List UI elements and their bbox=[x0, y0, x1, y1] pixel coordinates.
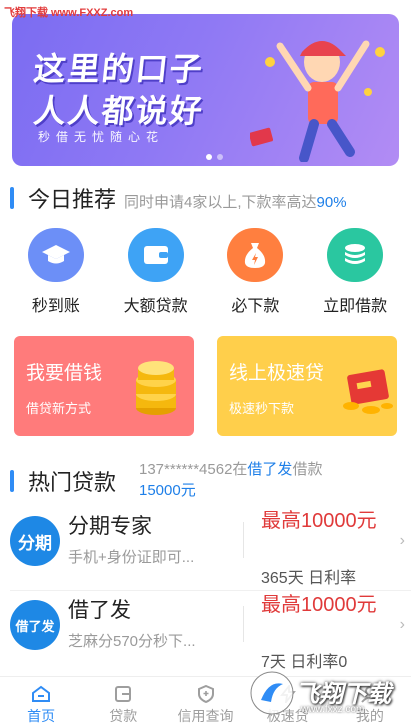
promo-card-borrow[interactable]: 我要借钱 借贷新方式 bbox=[14, 336, 194, 436]
promo-card-title: 线上极速贷 bbox=[229, 363, 325, 384]
watermark-logo: 飞翔下载 www.fxxz.com bbox=[245, 664, 411, 728]
loan-logo: 分期 bbox=[10, 516, 60, 566]
tab-home[interactable]: 首页 bbox=[0, 677, 82, 728]
banner-illustration bbox=[250, 40, 385, 162]
watermark-text: 飞翔下载 www.FXXZ.com bbox=[4, 7, 134, 19]
banner-dot[interactable] bbox=[217, 154, 223, 160]
loan-ticker: 137******4562在借了发借款 15000元 bbox=[139, 461, 323, 499]
loan-icon bbox=[115, 686, 132, 702]
today-note-highlight: 90% bbox=[316, 194, 347, 211]
tab-label: 贷款 bbox=[109, 708, 138, 724]
graduation-cap-icon bbox=[27, 228, 84, 282]
banner-headline-2: 人人都说好 bbox=[31, 93, 206, 129]
quick-action-label: 大额贷款 bbox=[123, 298, 188, 315]
quick-action-sure-loan[interactable]: 必下款 bbox=[207, 228, 303, 316]
today-note: 同时申请4家以上,下款率高达90% bbox=[124, 194, 347, 211]
tab-credit[interactable]: 信用查询 bbox=[164, 677, 246, 728]
hot-title: 热门贷款 bbox=[28, 470, 117, 495]
tab-loan[interactable]: 贷款 bbox=[82, 677, 164, 728]
loan-amount: 最高10000元 bbox=[261, 510, 377, 532]
hot-section-header: 热门贷款 bbox=[10, 465, 124, 497]
loan-amount: 最高10000元 bbox=[261, 594, 377, 616]
loan-item-fenqi[interactable]: 分期 分期专家 手机+身份证即可... 最高10000元 365天 日利率 › bbox=[0, 508, 411, 592]
promo-card-subtitle: 借贷新方式 bbox=[26, 401, 92, 416]
today-section-header: 今日推荐 同时申请4家以上,下款率高达90% bbox=[10, 182, 347, 214]
shield-icon bbox=[197, 685, 214, 703]
quick-action-large-loan[interactable]: 大额贷款 bbox=[108, 228, 204, 316]
tab-label: 信用查询 bbox=[177, 708, 234, 724]
loan-desc: 手机+身份证即可... bbox=[68, 549, 195, 566]
quick-action-fast-arrival[interactable]: 秒到账 bbox=[8, 228, 104, 316]
row-divider bbox=[10, 590, 411, 591]
quick-action-borrow-now[interactable]: 立即借款 bbox=[307, 228, 403, 316]
loan-name: 分期专家 bbox=[68, 515, 152, 538]
today-title: 今日推荐 bbox=[28, 187, 117, 212]
promo-card-subtitle: 极速秒下款 bbox=[229, 401, 295, 416]
promo-banner[interactable]: 这里的口子 人人都说好 秒借无忧随心花 bbox=[12, 14, 399, 166]
ticker-amount: 15000元 bbox=[139, 482, 196, 499]
promo-card-express[interactable]: 线上极速贷 极速秒下款 bbox=[217, 336, 397, 436]
loan-rate: 365天 日利率 bbox=[261, 570, 357, 587]
coins-icon bbox=[136, 361, 176, 415]
home-icon bbox=[32, 685, 51, 702]
banner-headline-1: 这里的口子 bbox=[31, 51, 206, 87]
loan-name: 借了发 bbox=[68, 599, 131, 622]
tab-label: 首页 bbox=[27, 708, 56, 724]
banner-dot[interactable] bbox=[206, 154, 212, 160]
ticker-product: 借了发 bbox=[247, 461, 293, 478]
loan-separator bbox=[243, 606, 244, 642]
coin-stack-icon bbox=[327, 228, 384, 282]
loan-separator bbox=[243, 522, 244, 558]
red-envelope-icon bbox=[343, 369, 393, 414]
quick-actions: 秒到账 大额贷款 必下款 立即借款 bbox=[0, 228, 411, 316]
wallet-icon bbox=[127, 228, 184, 282]
quick-action-label: 秒到账 bbox=[31, 298, 80, 315]
money-bag-icon bbox=[227, 228, 284, 282]
watermark-corner-url: www.fxxz.com bbox=[301, 704, 365, 715]
promo-card-title: 我要借钱 bbox=[26, 363, 103, 384]
section-accent-bar bbox=[10, 187, 14, 209]
section-accent-bar bbox=[10, 470, 14, 492]
chevron-right-icon: › bbox=[399, 532, 405, 549]
loan-logo: 借了发 bbox=[10, 600, 60, 650]
loan-desc: 芝麻分570分秒下... bbox=[68, 633, 196, 650]
chevron-right-icon: › bbox=[399, 616, 405, 633]
banner-pagination bbox=[206, 154, 223, 160]
quick-action-label: 必下款 bbox=[231, 298, 280, 315]
banner-subtitle: 秒借无忧随心花 bbox=[38, 130, 165, 144]
quick-action-label: 立即借款 bbox=[323, 298, 388, 315]
